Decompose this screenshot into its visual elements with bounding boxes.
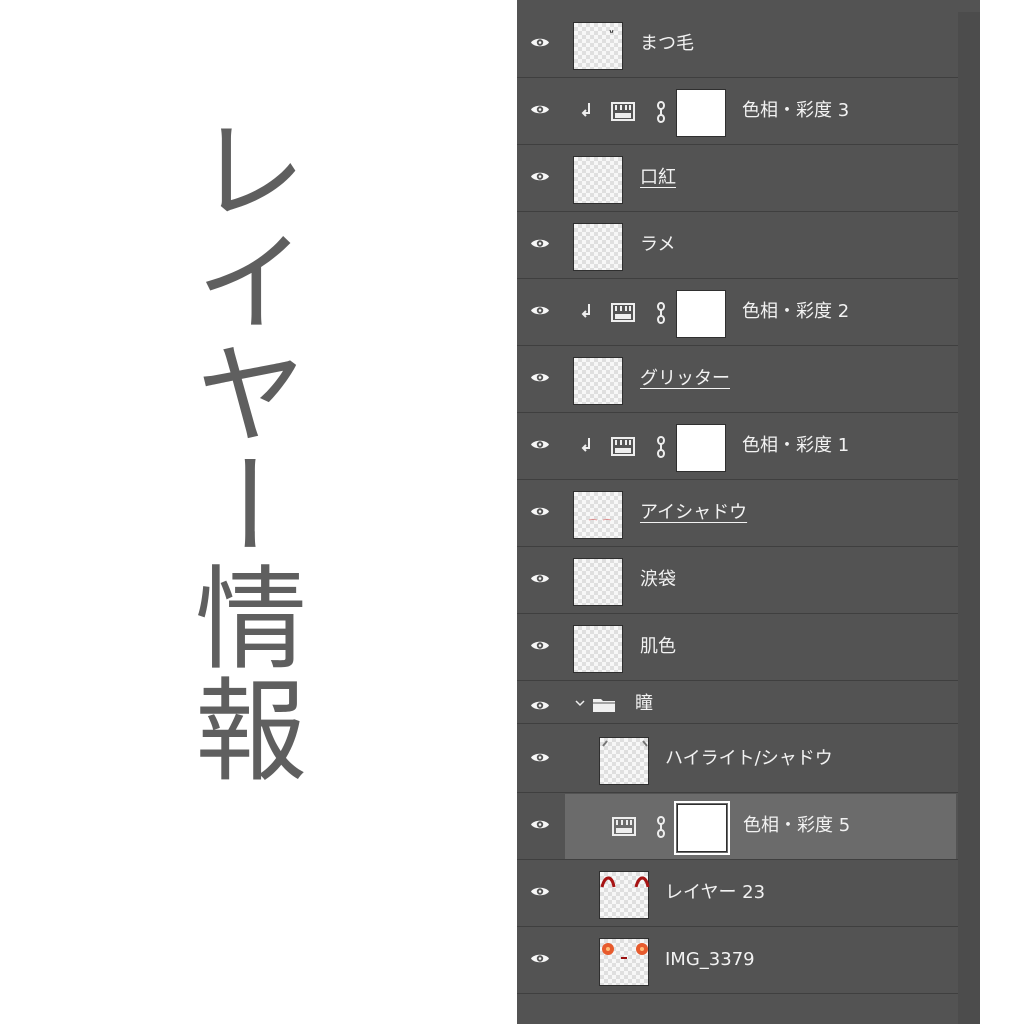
clipping-arrow-icon	[581, 103, 590, 117]
layer-thumbnail	[599, 871, 650, 919]
eye-icon[interactable]	[530, 572, 550, 585]
layer-group-eye[interactable]: 瞳	[517, 686, 958, 724]
eye-icon[interactable]	[530, 818, 550, 831]
layer-name: まつ毛	[640, 33, 694, 54]
eyelash-marks	[609, 29, 614, 34]
layer-row-tear-bag[interactable]: 涙袋	[517, 548, 958, 614]
layer-row-img-3379[interactable]: IMG_3379	[517, 928, 958, 994]
layer-thumbnail	[573, 357, 623, 405]
layer-row-glitter[interactable]: グリッター	[517, 347, 958, 413]
eye-icon[interactable]	[530, 438, 550, 451]
layer-mask-thumbnail	[674, 801, 730, 855]
layer-name: 肌色	[640, 636, 676, 657]
layer-thumbnail	[599, 938, 649, 986]
group-name: 瞳	[635, 693, 653, 714]
layer-name: 色相・彩度 1	[742, 435, 850, 456]
layer-name: ハイライト/シャドウ	[665, 748, 833, 769]
eye-icon[interactable]	[530, 371, 550, 384]
layers-panel: まつ毛 色相・彩度 3 口紅 ラメ 色相・彩度 2 グリッター 色相・彩度 1 …	[517, 0, 980, 1024]
eye-icon[interactable]	[530, 237, 550, 250]
layer-thumbnail	[573, 22, 623, 70]
layer-name: 色相・彩度 2	[742, 301, 850, 322]
layer-name: グリッター	[640, 368, 730, 389]
eye-icon[interactable]	[530, 751, 550, 764]
eye-icon[interactable]	[530, 952, 550, 965]
layer-row-skin-color[interactable]: 肌色	[517, 615, 958, 681]
eye-icon[interactable]	[530, 699, 550, 712]
layer-name: IMG_3379	[665, 949, 755, 970]
layer-thumbnail	[573, 558, 623, 606]
chain-link-icon	[657, 816, 665, 839]
clipping-arrow-icon	[581, 304, 590, 318]
layer-name: ラメ	[640, 234, 676, 255]
layer-name: アイシャドウ	[640, 502, 748, 523]
layer-row-lipstick[interactable]: 口紅	[517, 146, 958, 212]
layer-row-eyelashes[interactable]: まつ毛	[517, 12, 958, 78]
chain-link-icon	[657, 302, 665, 325]
chevron-down-icon[interactable]	[574, 697, 586, 709]
hue-saturation-icon	[611, 102, 635, 121]
panel-scrollbar[interactable]	[958, 12, 980, 1024]
eye-icon[interactable]	[530, 170, 550, 183]
page-title: レイヤー情報	[176, 112, 306, 784]
layer-row-hue-saturation-1[interactable]: 色相・彩度 1	[517, 414, 958, 480]
layer-row-highlight-shadow[interactable]: ハイライト/シャドウ	[517, 727, 958, 793]
hue-saturation-icon	[612, 817, 636, 836]
layer-row-glitter-lame[interactable]: ラメ	[517, 213, 958, 279]
layer-row-hue-saturation-5[interactable]: 色相・彩度 5	[517, 794, 958, 860]
layer-thumbnail	[573, 625, 623, 673]
hue-saturation-icon	[611, 303, 635, 322]
red-eye-arc-marks	[600, 876, 650, 888]
layer-thumbnail	[573, 491, 623, 539]
layer-row-hue-saturation-2[interactable]: 色相・彩度 2	[517, 280, 958, 346]
eye-icon[interactable]	[530, 36, 550, 49]
layer-thumbnail	[573, 156, 623, 204]
clipping-arrow-icon	[581, 438, 590, 452]
layer-mask-thumbnail	[676, 89, 726, 137]
eye-icon[interactable]	[530, 505, 550, 518]
eye-icon[interactable]	[530, 885, 550, 898]
layer-mask-thumbnail	[676, 424, 726, 472]
folder-icon	[593, 699, 615, 712]
layer-row-eyeshadow[interactable]: アイシャドウ	[517, 481, 958, 547]
chain-link-icon	[657, 436, 665, 459]
layer-name: 口紅	[640, 167, 676, 188]
layer-thumbnail	[573, 223, 623, 271]
eye-icon[interactable]	[530, 639, 550, 652]
chain-link-icon	[657, 101, 665, 124]
layer-name: 色相・彩度 3	[742, 100, 850, 121]
layer-mask-thumbnail	[676, 290, 726, 338]
highlight-marks	[602, 740, 648, 747]
eye-icon[interactable]	[530, 103, 550, 116]
layer-name: 色相・彩度 5	[743, 815, 851, 836]
hue-saturation-icon	[611, 437, 635, 456]
face-image-marks	[602, 943, 648, 959]
layer-name: レイヤー 23	[665, 882, 766, 903]
layer-row-hue-saturation-3[interactable]: 色相・彩度 3	[517, 79, 958, 145]
layer-row-layer-23[interactable]: レイヤー 23	[517, 861, 958, 927]
eyeshadow-marks	[588, 518, 612, 521]
eye-icon[interactable]	[530, 304, 550, 317]
layer-thumbnail	[599, 737, 649, 785]
layer-name: 涙袋	[640, 569, 676, 590]
